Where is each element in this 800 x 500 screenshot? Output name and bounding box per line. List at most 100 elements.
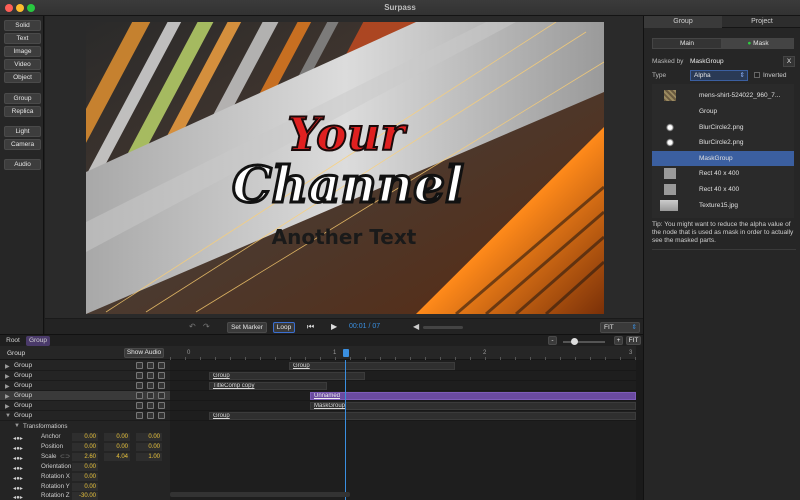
clip[interactable]: Group	[209, 412, 636, 420]
layer-row-selected[interactable]: ▶ Group	[0, 391, 170, 401]
subtab-main[interactable]: Main	[652, 38, 722, 49]
clip-selected[interactable]: Unnamed	[310, 392, 636, 400]
value-field[interactable]: -30.00	[72, 492, 98, 500]
keyframe-nav-icon[interactable]: ◂●▸	[13, 435, 37, 442]
value-field[interactable]: 0.00	[136, 433, 162, 441]
expand-arrow-icon[interactable]: ▶	[5, 363, 10, 370]
clip[interactable]: Group	[289, 362, 455, 370]
layer-row[interactable]: ▶ Group	[0, 401, 170, 411]
image-button[interactable]: Image	[4, 46, 41, 57]
breadcrumb-root[interactable]: Root	[3, 336, 23, 346]
layer-row[interactable]: ▶ Group	[0, 381, 170, 391]
clip[interactable]: MaskGroup	[310, 402, 636, 410]
timeline-ruler[interactable]: 0 1 2 3	[170, 346, 636, 360]
transform-row-rotation-z[interactable]: ◂●▸ Rotation Z -30.00	[0, 491, 170, 500]
clip[interactable]: TitleComp copy	[209, 382, 327, 390]
tab-group[interactable]: Group	[644, 16, 722, 28]
show-audio-button[interactable]: Show Audio	[124, 348, 164, 358]
collapse-arrow-icon[interactable]: ▼	[5, 413, 11, 419]
lock-toggle-icon[interactable]	[147, 412, 154, 419]
inverted-checkbox[interactable]	[754, 72, 760, 78]
subtab-mask[interactable]: ● Mask	[722, 38, 794, 49]
zoom-select[interactable]: FIT ⇕	[600, 322, 640, 333]
vertical-scrollbar[interactable]	[636, 360, 643, 500]
edit-icon[interactable]	[158, 362, 165, 369]
value-field[interactable]: 0.00	[72, 443, 98, 451]
value-field[interactable]: 0.00	[72, 473, 98, 481]
lock-toggle-icon[interactable]	[147, 382, 154, 389]
edit-icon[interactable]	[158, 402, 165, 409]
edit-icon[interactable]	[158, 372, 165, 379]
visibility-toggle-icon[interactable]	[136, 402, 143, 409]
value-field[interactable]: 0.00	[104, 433, 130, 441]
value-field[interactable]: 2.60	[72, 453, 98, 461]
expand-arrow-icon[interactable]: ▶	[5, 373, 10, 380]
list-item[interactable]: Rect 40 x 400	[652, 166, 794, 181]
value-field[interactable]: 0.00	[72, 483, 98, 491]
light-button[interactable]: Light	[4, 126, 41, 137]
keyframe-nav-icon[interactable]: ◂●▸	[13, 485, 37, 492]
timeline-zoom-slider[interactable]	[563, 338, 605, 345]
transform-row-rotation-x[interactable]: ◂●▸ Rotation X 0.00	[0, 472, 170, 482]
camera-button[interactable]: Camera	[4, 139, 41, 150]
clear-mask-button[interactable]: X	[783, 56, 795, 67]
layer-row[interactable]: ▶ Group	[0, 371, 170, 381]
edit-icon[interactable]	[158, 392, 165, 399]
undo-icon[interactable]: ↶	[189, 322, 196, 331]
list-item[interactable]: Group	[652, 104, 794, 119]
value-field[interactable]: 4.04	[104, 453, 130, 461]
redo-icon[interactable]: ↷	[203, 322, 210, 331]
lock-toggle-icon[interactable]	[147, 402, 154, 409]
value-field[interactable]: 0.00	[104, 443, 130, 451]
volume-slider[interactable]	[423, 326, 463, 329]
group-button[interactable]: Group	[4, 93, 41, 104]
solid-button[interactable]: Solid	[4, 20, 41, 31]
lock-toggle-icon[interactable]	[147, 362, 154, 369]
video-button[interactable]: Video	[4, 59, 41, 70]
value-field[interactable]: 0.00	[72, 433, 98, 441]
list-item[interactable]: BlurCircle2.png	[652, 120, 794, 135]
visibility-toggle-icon[interactable]	[136, 362, 143, 369]
transformations-group[interactable]: ▼ Transformations	[0, 422, 170, 432]
edit-icon[interactable]	[158, 382, 165, 389]
object-button[interactable]: Object	[4, 72, 41, 83]
clip[interactable]: Group	[209, 372, 365, 380]
list-item[interactable]: Rect 40 x 400	[652, 182, 794, 197]
transform-row-position[interactable]: ◂●▸ Position 0.00 0.00 0.00	[0, 442, 170, 452]
loop-button[interactable]: Loop	[273, 322, 295, 333]
keyframe-nav-icon[interactable]: ◂●▸	[13, 494, 37, 500]
text-button[interactable]: Text	[4, 33, 41, 44]
slider-thumb[interactable]	[571, 338, 578, 345]
list-item[interactable]: BlurCircle2.png	[652, 135, 794, 150]
mask-type-select[interactable]: Alpha ⇕	[690, 70, 748, 81]
value-field[interactable]: 1.00	[136, 453, 162, 461]
replica-button[interactable]: Replica	[4, 106, 41, 117]
zoom-out-button[interactable]: -	[548, 336, 557, 345]
expand-arrow-icon[interactable]: ▶	[5, 383, 10, 390]
lock-toggle-icon[interactable]	[147, 392, 154, 399]
preview-canvas[interactable]: Your Channel Another Text	[86, 22, 604, 314]
play-icon[interactable]: ▶	[331, 322, 337, 331]
visibility-toggle-icon[interactable]	[136, 382, 143, 389]
edit-icon[interactable]	[158, 412, 165, 419]
list-item[interactable]: Texture15.jpg	[652, 198, 794, 213]
keyframe-nav-icon[interactable]: ◂●▸	[13, 455, 37, 462]
value-field[interactable]: 0.00	[72, 463, 98, 471]
keyframe-nav-icon[interactable]: ◂●▸	[13, 475, 37, 482]
visibility-toggle-icon[interactable]	[136, 412, 143, 419]
expand-arrow-icon[interactable]: ▶	[5, 403, 10, 410]
audio-button[interactable]: Audio	[4, 159, 41, 170]
set-marker-button[interactable]: Set Marker	[227, 322, 267, 333]
timeline-fit-button[interactable]: FIT	[626, 336, 641, 345]
keyframe-nav-icon[interactable]: ◂●▸	[13, 445, 37, 452]
horizontal-scrollbar[interactable]	[170, 492, 350, 497]
lock-toggle-icon[interactable]	[147, 372, 154, 379]
keyframe-nav-icon[interactable]: ◂●▸	[13, 465, 37, 472]
collapse-arrow-icon[interactable]: ▼	[14, 423, 20, 429]
transform-row-anchor[interactable]: ◂●▸ Anchor 0.00 0.00 0.00	[0, 432, 170, 442]
zoom-in-button[interactable]: +	[614, 336, 623, 345]
visibility-toggle-icon[interactable]	[136, 392, 143, 399]
expand-arrow-icon[interactable]: ▶	[5, 393, 10, 400]
transform-row-orientation[interactable]: ◂●▸ Orientation 0.00	[0, 462, 170, 472]
breadcrumb-group[interactable]: Group	[26, 336, 50, 346]
